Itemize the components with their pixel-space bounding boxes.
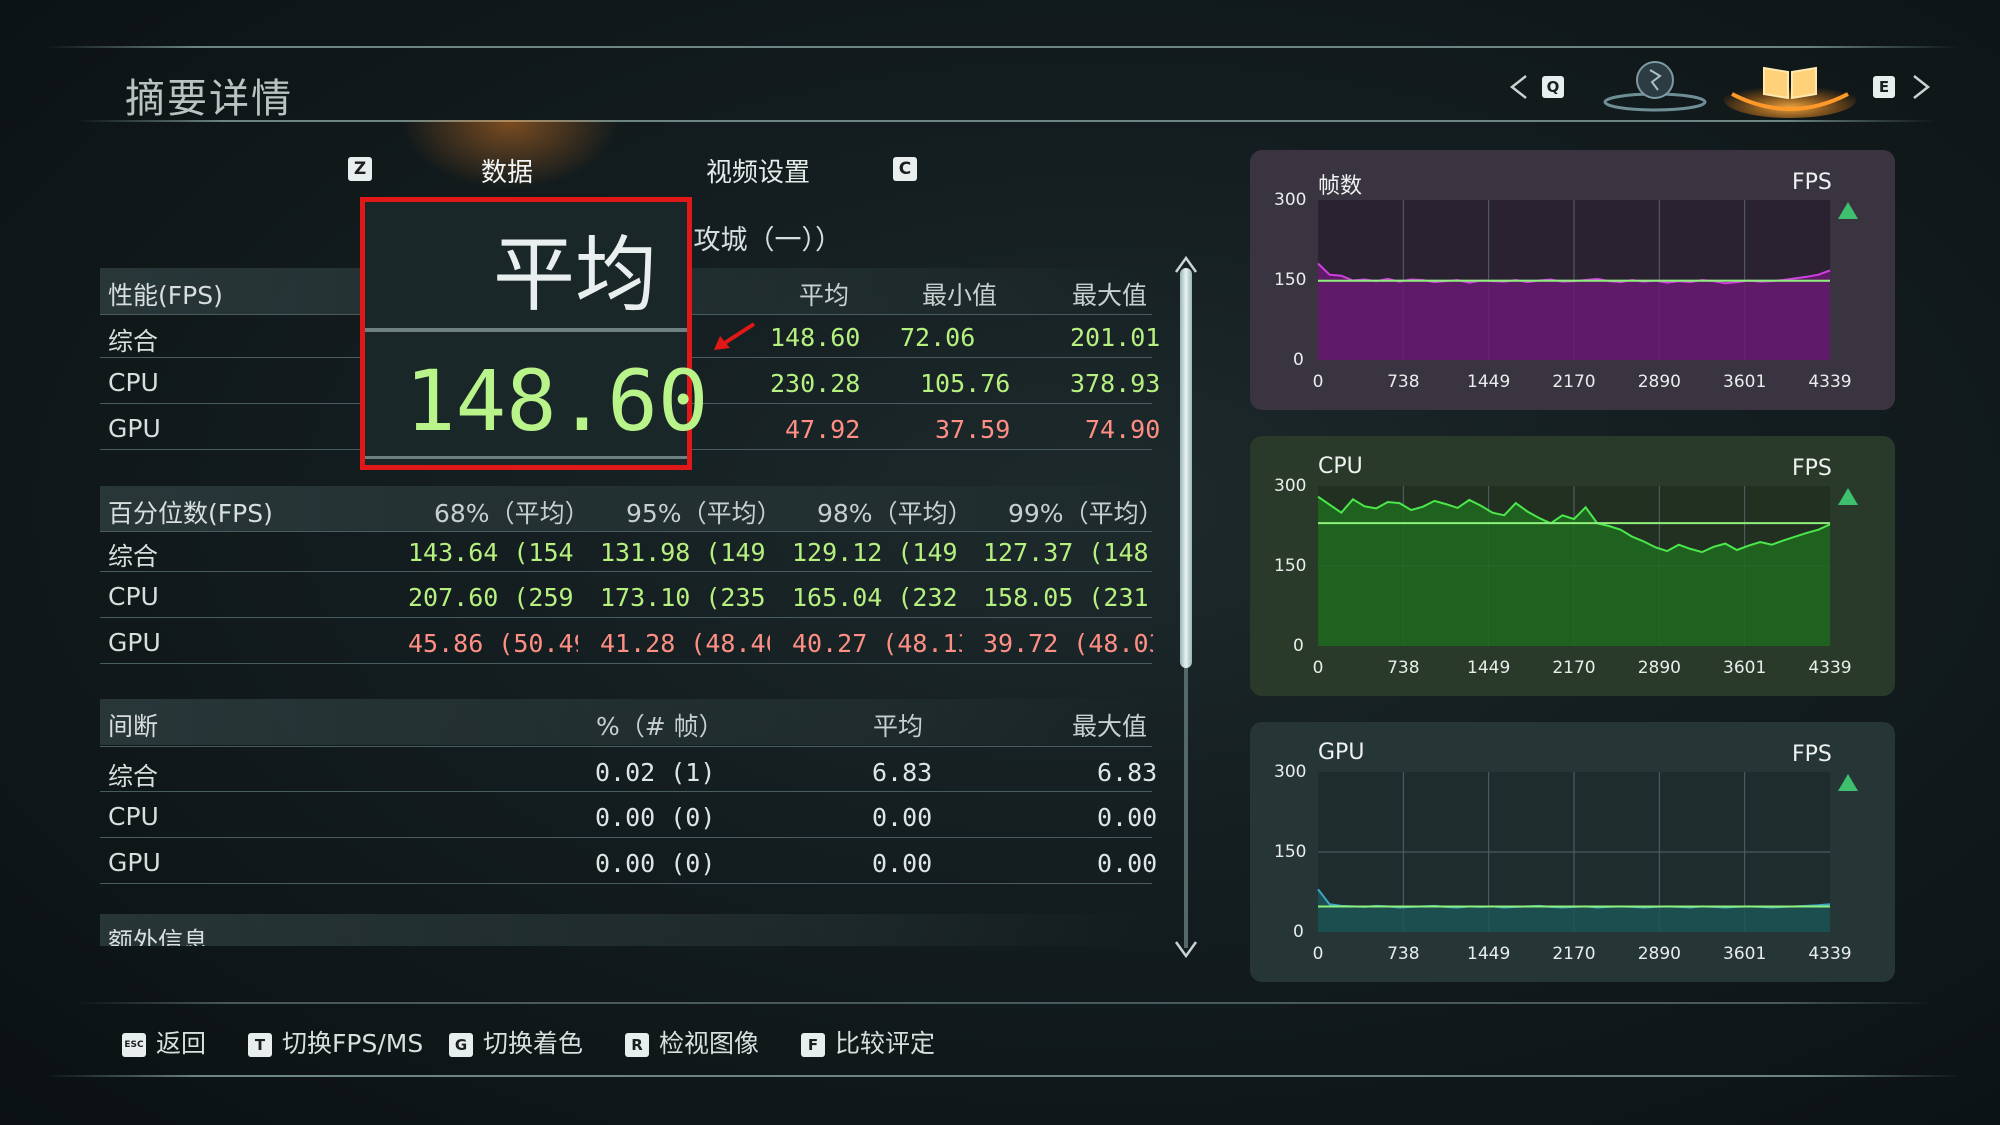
footer-toggle-label: 切换FPS/MS xyxy=(282,1029,424,1058)
footer-shading-label: 切换着色 xyxy=(483,1029,584,1058)
footer-back-label: 返回 xyxy=(156,1029,207,1058)
y-tick-label: 0 xyxy=(1293,922,1304,942)
chart-svg xyxy=(1317,772,1831,932)
footer-view-label: 检视图像 xyxy=(659,1029,760,1058)
t-key: T xyxy=(248,1033,272,1057)
footer-toggle-fps-ms[interactable]: T 切换FPS/MS xyxy=(248,1024,423,1060)
x-tick-label: 3601 xyxy=(1723,944,1767,964)
y-tick-label: 300 xyxy=(1274,762,1307,782)
g-key: G xyxy=(449,1033,473,1057)
x-tick-label: 738 xyxy=(1387,944,1420,964)
footer-back[interactable]: ESC 返回 xyxy=(122,1024,206,1060)
x-tick-label: 4339 xyxy=(1808,944,1852,964)
x-tick-label: 1449 xyxy=(1467,944,1511,964)
f-key: F xyxy=(801,1033,825,1057)
footer-view-image[interactable]: R 检视图像 xyxy=(625,1024,759,1060)
footer-compare[interactable]: F 比较评定 xyxy=(801,1024,935,1060)
x-tick-label: 0 xyxy=(1312,944,1324,964)
x-tick-label: 2170 xyxy=(1552,944,1596,964)
expand-triangle-icon[interactable] xyxy=(1838,774,1858,791)
x-tick-label: 2890 xyxy=(1637,944,1681,964)
esc-key: ESC xyxy=(122,1033,146,1057)
chart-title: GPU xyxy=(1318,740,1365,765)
y-tick-label: 150 xyxy=(1274,842,1307,862)
chart-unit: FPS xyxy=(1792,742,1832,767)
footer-compare-label: 比较评定 xyxy=(835,1029,936,1058)
footer-toggle-shading[interactable]: G 切换着色 xyxy=(449,1024,583,1060)
r-key: R xyxy=(625,1033,649,1057)
